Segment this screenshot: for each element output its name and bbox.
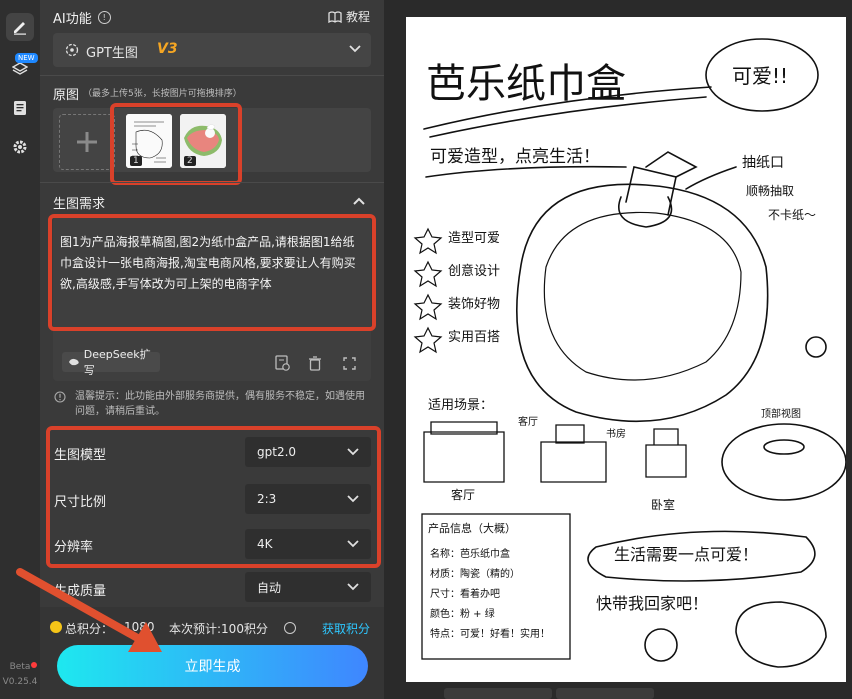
poster-cta: 快带我回家吧！ <box>596 594 708 613</box>
notice-text: 温馨提示：此功能由外部服务商提供，偶有服务不稳定，如遇使用问题，请稍后重试。 <box>75 391 365 417</box>
quality-value: 自动 <box>257 580 282 595</box>
poster-scene: 客厅 <box>518 415 538 428</box>
highlight-box-prompt <box>48 214 376 331</box>
poster-info-line: 颜色：粉 + 绿 <box>430 607 495 620</box>
model-version: V3 <box>157 41 178 57</box>
poster-feature: 实用百搭 <box>448 329 500 345</box>
expand-icon[interactable] <box>343 357 356 370</box>
poster-info-title: 产品信息（大概） <box>428 521 516 535</box>
poster-sketch[interactable]: 芭乐纸巾盒 可爱!! 可爱造型，点亮生活！ 抽纸口 顺畅抽取 不卡纸～ 造型可爱… <box>406 17 846 682</box>
poster-info-line: 特点：可爱！好看！实用！ <box>430 627 550 640</box>
canvas-toolbar-left[interactable] <box>444 688 552 699</box>
poster-scene-title: 适用场景： <box>428 398 493 413</box>
poster-feature: 装饰好物 <box>448 297 500 312</box>
chevron-up-icon[interactable] <box>353 197 365 205</box>
panel-title: AI功能 <box>53 12 92 27</box>
prompt-title: 生图需求 <box>53 197 106 212</box>
poster-top-view: 顶部视图 <box>761 407 801 420</box>
arrow-annotation-icon <box>16 568 162 652</box>
warning-info-icon <box>54 391 66 403</box>
poster-info-line: 材质：陶瓷（精的） <box>430 567 520 580</box>
openai-icon <box>65 43 79 57</box>
add-image-button[interactable] <box>59 114 115 170</box>
source-images-hint: （最多上传5张，长按图片可拖拽排序） <box>83 89 242 99</box>
poster-info-line: 尺寸：看着办吧 <box>430 587 500 600</box>
poster-badge: 可爱!! <box>732 64 788 88</box>
gear-icon[interactable] <box>6 133 34 161</box>
poster-feature: 造型可爱 <box>448 231 500 246</box>
trash-icon[interactable] <box>308 356 322 371</box>
info-icon[interactable]: ! <box>97 11 111 24</box>
divider <box>40 75 384 76</box>
version-label: V0.25.4 <box>2 677 38 687</box>
poster-title: 芭乐纸巾盒 <box>426 61 626 107</box>
divider <box>40 182 384 183</box>
model-selector[interactable]: GPT生图 V3 <box>53 33 371 67</box>
poster-slogan: 可爱造型，点亮生活！ <box>430 147 600 167</box>
whale-icon <box>68 358 79 366</box>
source-images-title: 原图 <box>53 88 80 103</box>
get-points-link[interactable]: 获取积分 <box>322 620 370 637</box>
help-icon[interactable] <box>284 622 296 634</box>
book-icon <box>328 10 342 23</box>
canvas-area: 芭乐纸巾盒 可爱!! 可爱造型，点亮生活！ 抽纸口 顺畅抽取 不卡纸～ 造型可爱… <box>384 0 852 699</box>
poster-bubble: 生活需要一点可爱！ <box>614 545 758 564</box>
poster-scene: 书房 <box>606 427 626 440</box>
poster-callout-line2: 不卡纸～ <box>768 208 816 222</box>
poster-feature: 创意设计 <box>448 263 500 279</box>
poster-callout-title: 抽纸口 <box>742 155 784 171</box>
deepseek-expand-button[interactable]: DeepSeek扩写 <box>62 348 160 377</box>
highlight-box-settings <box>46 426 381 568</box>
highlight-box-images <box>110 103 242 185</box>
edit-icon[interactable] <box>6 13 34 41</box>
model-name: GPT生图 <box>86 46 138 61</box>
poster-info-line: 名称：芭乐纸巾盒 <box>430 547 510 560</box>
poster-scene: 卧室 <box>651 497 675 512</box>
document-icon[interactable] <box>6 94 34 122</box>
tutorial-label: 教程 <box>346 10 371 24</box>
quality-select[interactable]: 自动 <box>245 572 371 602</box>
plus-icon <box>77 132 97 152</box>
chevron-down-icon <box>347 583 359 591</box>
tutorial-link[interactable]: 教程 <box>328 8 370 25</box>
panel-header: AI功能 ! <box>53 8 111 27</box>
deepseek-label: DeepSeek扩写 <box>83 348 151 377</box>
history-icon[interactable] <box>274 355 290 371</box>
canvas-toolbar-right[interactable] <box>556 688 654 699</box>
poster-scene: 客厅 <box>451 487 475 502</box>
chevron-down-icon <box>349 45 361 53</box>
poster-drawing: 芭乐纸巾盒 可爱!! 可爱造型，点亮生活！ 抽纸口 顺畅抽取 不卡纸～ 造型可爱… <box>413 38 846 668</box>
new-badge: NEW <box>15 53 38 63</box>
poster-callout-line1: 顺畅抽取 <box>746 184 794 198</box>
